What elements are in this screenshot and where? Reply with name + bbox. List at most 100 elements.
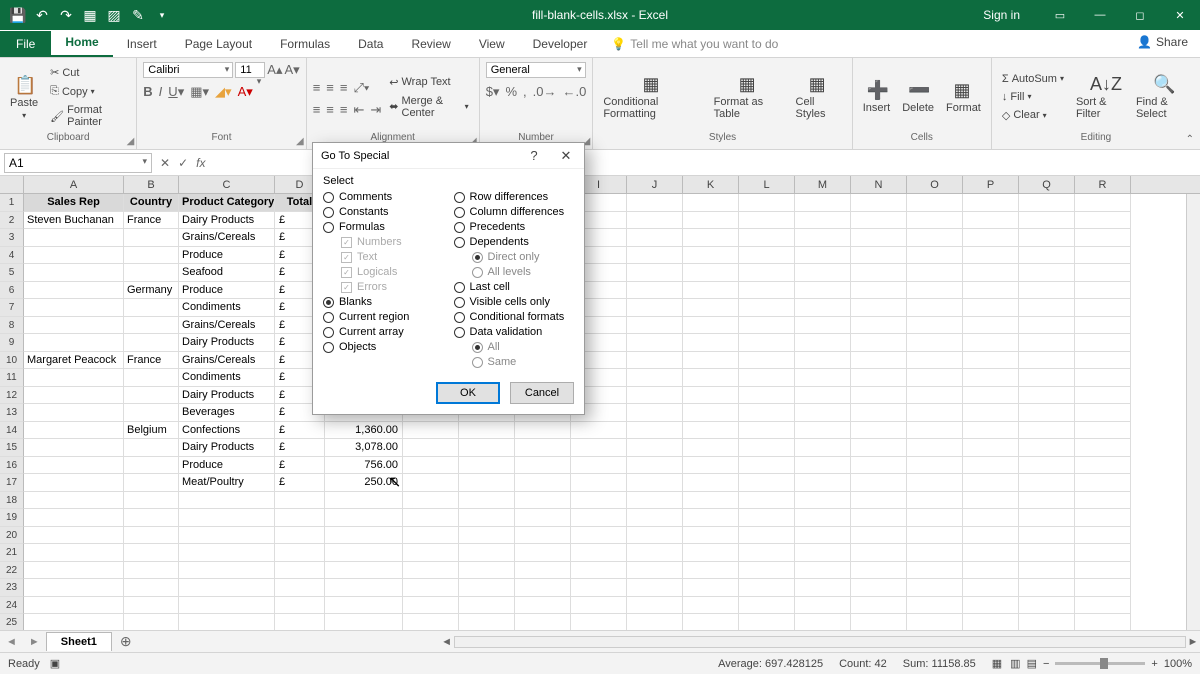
column-header[interactable]: P bbox=[963, 176, 1019, 193]
radio-dependents[interactable]: Dependents bbox=[454, 236, 575, 248]
row-header[interactable]: 24 bbox=[0, 597, 24, 615]
radio-column-differences[interactable]: Column differences bbox=[454, 206, 575, 218]
cell[interactable]: Steven Buchanan bbox=[24, 212, 124, 230]
cell[interactable] bbox=[739, 527, 795, 545]
hscroll-right-icon[interactable]: ► bbox=[1186, 636, 1200, 648]
row-header[interactable]: 6 bbox=[0, 282, 24, 300]
cell[interactable] bbox=[907, 457, 963, 475]
cell[interactable] bbox=[325, 597, 403, 615]
font-family-select[interactable]: Calibri bbox=[143, 62, 233, 78]
cell[interactable] bbox=[571, 492, 627, 510]
cell[interactable] bbox=[851, 352, 907, 370]
cell[interactable] bbox=[963, 509, 1019, 527]
cell[interactable] bbox=[571, 597, 627, 615]
cell[interactable] bbox=[1019, 579, 1075, 597]
cell[interactable] bbox=[179, 492, 275, 510]
cell[interactable] bbox=[124, 334, 179, 352]
cell[interactable] bbox=[1019, 597, 1075, 615]
cell[interactable] bbox=[571, 439, 627, 457]
cell[interactable] bbox=[627, 212, 683, 230]
find-select-button[interactable]: 🔍Find & Select bbox=[1132, 72, 1194, 122]
cell[interactable] bbox=[739, 614, 795, 630]
zoom-out-icon[interactable]: − bbox=[1043, 658, 1049, 670]
cell[interactable] bbox=[24, 562, 124, 580]
cell[interactable] bbox=[683, 439, 739, 457]
cell[interactable] bbox=[963, 404, 1019, 422]
cell[interactable] bbox=[325, 614, 403, 630]
cell[interactable] bbox=[1019, 509, 1075, 527]
cell[interactable] bbox=[124, 527, 179, 545]
tab-insert[interactable]: Insert bbox=[113, 31, 171, 57]
cell[interactable] bbox=[1075, 527, 1131, 545]
cell[interactable] bbox=[739, 422, 795, 440]
cell[interactable] bbox=[1075, 579, 1131, 597]
cell[interactable] bbox=[515, 614, 571, 630]
cell[interactable] bbox=[627, 544, 683, 562]
increase-indent-icon[interactable]: ⇥ bbox=[370, 102, 381, 118]
cell[interactable] bbox=[739, 404, 795, 422]
align-right-icon[interactable]: ≡ bbox=[340, 102, 348, 118]
cell[interactable] bbox=[851, 317, 907, 335]
cell[interactable] bbox=[1019, 334, 1075, 352]
cell[interactable] bbox=[795, 194, 851, 212]
cell[interactable] bbox=[403, 492, 459, 510]
cell[interactable] bbox=[1019, 212, 1075, 230]
dialog-help-icon[interactable]: ? bbox=[524, 148, 544, 164]
cell[interactable] bbox=[403, 614, 459, 630]
qa-icon3[interactable]: ✎ bbox=[130, 7, 146, 23]
cell[interactable] bbox=[851, 282, 907, 300]
cell[interactable] bbox=[459, 439, 515, 457]
macro-record-icon[interactable]: ▣ bbox=[50, 657, 60, 670]
cell[interactable] bbox=[795, 317, 851, 335]
row-header[interactable]: 12 bbox=[0, 387, 24, 405]
cell[interactable] bbox=[1075, 474, 1131, 492]
cell[interactable] bbox=[851, 614, 907, 630]
cell[interactable] bbox=[1019, 387, 1075, 405]
cell[interactable] bbox=[1075, 247, 1131, 265]
cell[interactable] bbox=[124, 474, 179, 492]
cell[interactable] bbox=[1075, 352, 1131, 370]
cell[interactable] bbox=[795, 422, 851, 440]
decrease-indent-icon[interactable]: ⇤ bbox=[353, 102, 364, 118]
cell[interactable] bbox=[1075, 282, 1131, 300]
delete-cells-button[interactable]: ➖Delete bbox=[898, 78, 938, 116]
cell[interactable] bbox=[459, 422, 515, 440]
cell[interactable] bbox=[963, 247, 1019, 265]
cell[interactable] bbox=[179, 509, 275, 527]
tab-view[interactable]: View bbox=[465, 31, 519, 57]
cell[interactable] bbox=[907, 562, 963, 580]
cell[interactable] bbox=[1075, 404, 1131, 422]
format-cells-button[interactable]: ▦Format bbox=[942, 78, 985, 116]
cell[interactable] bbox=[627, 492, 683, 510]
cell[interactable] bbox=[851, 492, 907, 510]
cell[interactable] bbox=[627, 387, 683, 405]
cell[interactable] bbox=[24, 369, 124, 387]
cell[interactable] bbox=[963, 282, 1019, 300]
cell[interactable]: Dairy Products bbox=[179, 439, 275, 457]
cell[interactable] bbox=[1019, 404, 1075, 422]
cell[interactable] bbox=[907, 229, 963, 247]
row-header[interactable]: 3 bbox=[0, 229, 24, 247]
cell[interactable] bbox=[739, 439, 795, 457]
cell[interactable] bbox=[24, 317, 124, 335]
tab-file[interactable]: File bbox=[0, 31, 51, 57]
fill-color-icon[interactable]: ◢▾ bbox=[215, 84, 232, 100]
column-header[interactable]: A bbox=[24, 176, 124, 193]
cell[interactable] bbox=[907, 352, 963, 370]
font-color-icon[interactable]: A▾ bbox=[238, 84, 253, 100]
cell[interactable] bbox=[907, 404, 963, 422]
cell[interactable]: £ bbox=[275, 474, 325, 492]
cell[interactable] bbox=[795, 299, 851, 317]
cell[interactable] bbox=[851, 597, 907, 615]
row-header[interactable]: 9 bbox=[0, 334, 24, 352]
cell[interactable] bbox=[1075, 544, 1131, 562]
row-header[interactable]: 17 bbox=[0, 474, 24, 492]
cell[interactable] bbox=[1019, 264, 1075, 282]
row-header[interactable]: 8 bbox=[0, 317, 24, 335]
cell[interactable] bbox=[403, 457, 459, 475]
radio-conditional-formats[interactable]: Conditional formats bbox=[454, 311, 575, 323]
cell[interactable] bbox=[627, 404, 683, 422]
cell[interactable] bbox=[963, 579, 1019, 597]
conditional-formatting-button[interactable]: ▦Conditional Formatting bbox=[599, 72, 705, 122]
column-header[interactable]: B bbox=[124, 176, 179, 193]
